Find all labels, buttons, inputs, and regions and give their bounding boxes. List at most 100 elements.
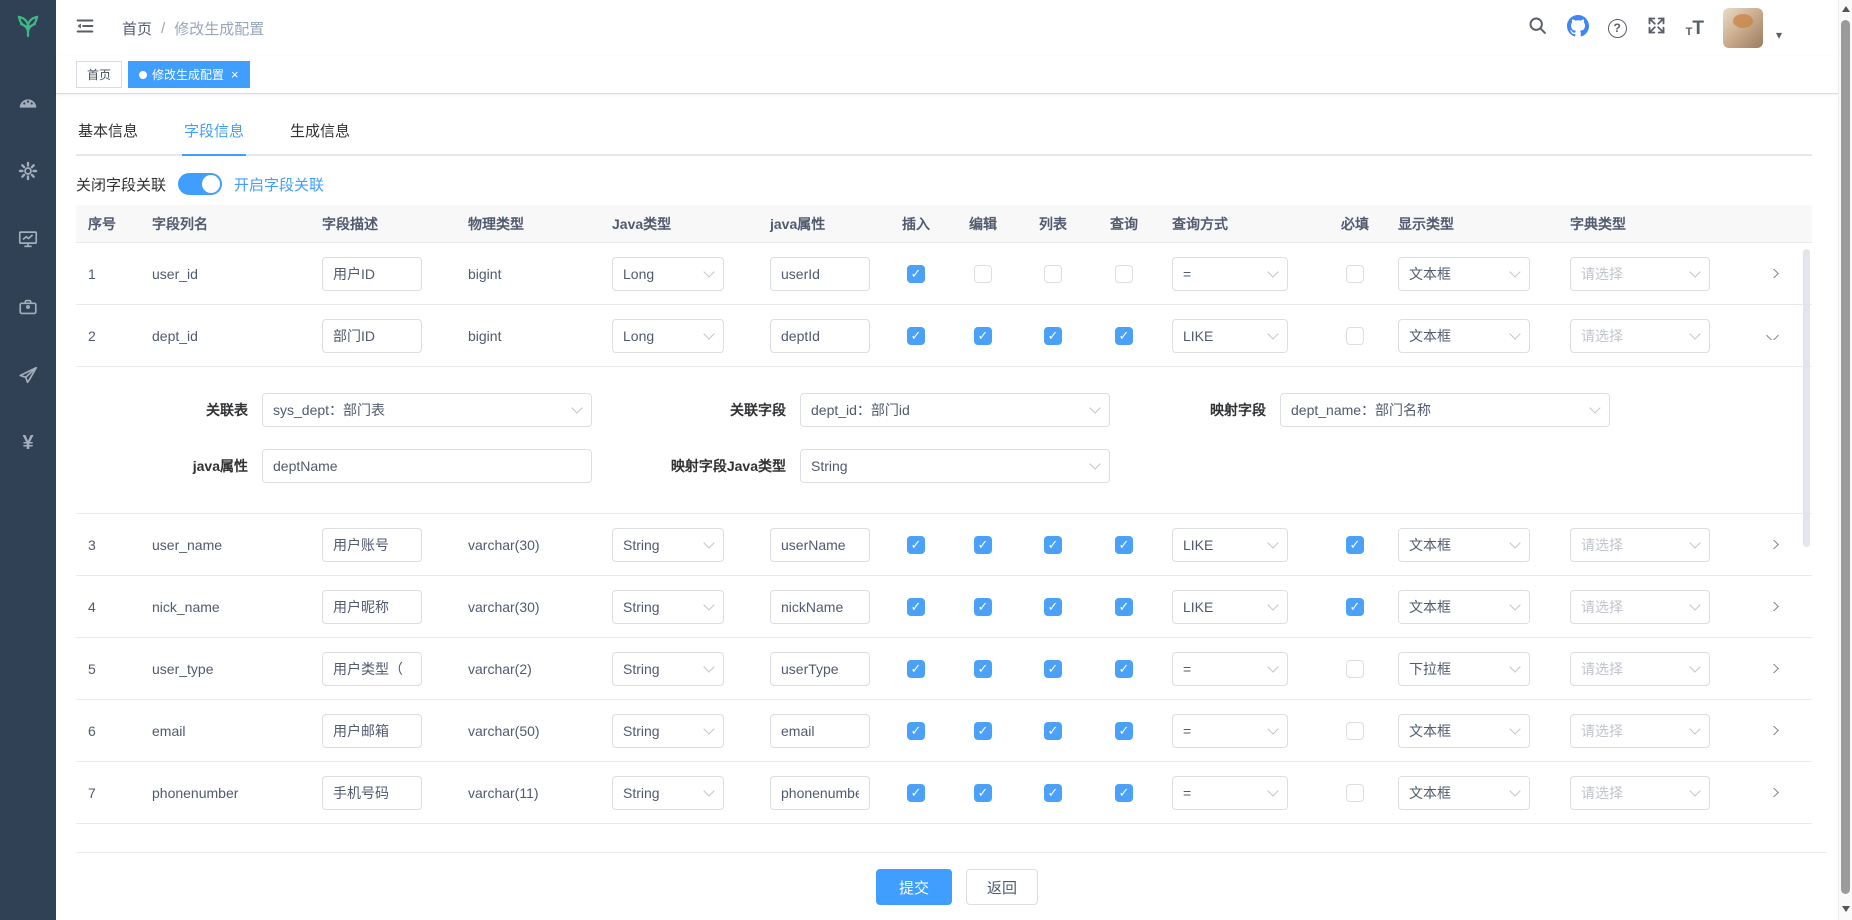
table-scrollbar-thumb[interactable] (1803, 249, 1810, 547)
tab-gen-info[interactable]: 生成信息 (288, 110, 352, 156)
required-checkbox[interactable] (1346, 784, 1364, 802)
back-button[interactable]: 返回 (966, 869, 1038, 905)
assoc-table-select[interactable]: sys_dept：部门表 (262, 393, 592, 427)
assoc-field-select[interactable]: dept_id：部门id (800, 393, 1110, 427)
query-checkbox[interactable] (1115, 265, 1133, 283)
tag-active-page[interactable]: 修改生成配置 × (128, 61, 250, 88)
column-desc-input[interactable] (322, 528, 422, 562)
java-type-select[interactable]: String (612, 590, 724, 624)
edit-checkbox[interactable]: ✓ (974, 660, 992, 678)
dict-type-select[interactable]: 请选择 (1570, 319, 1710, 353)
query-checkbox[interactable]: ✓ (1115, 598, 1133, 616)
github-icon[interactable] (1567, 15, 1589, 42)
list-checkbox[interactable]: ✓ (1044, 660, 1062, 678)
dict-type-select[interactable]: 请选择 (1570, 652, 1710, 686)
java-type-select[interactable]: Long (612, 257, 724, 291)
sidebar-item-system[interactable] (17, 160, 39, 182)
display-type-select[interactable]: 文本框 (1398, 590, 1530, 624)
java-attr-input[interactable] (770, 590, 870, 624)
required-checkbox[interactable] (1346, 660, 1364, 678)
map-java-type-select[interactable]: String (800, 449, 1110, 483)
insert-checkbox[interactable]: ✓ (907, 327, 925, 345)
submit-button[interactable]: 提交 (876, 869, 952, 905)
column-desc-input[interactable] (322, 590, 422, 624)
sidebar-item-monitor[interactable] (17, 228, 39, 250)
sidebar-toggle-icon[interactable] (74, 15, 96, 42)
insert-checkbox[interactable]: ✓ (907, 784, 925, 802)
user-avatar[interactable] (1723, 8, 1763, 48)
column-desc-input[interactable] (322, 714, 422, 748)
java-type-select[interactable]: String (612, 714, 724, 748)
list-checkbox[interactable]: ✓ (1044, 598, 1062, 616)
expand-row-icon[interactable] (1766, 540, 1779, 549)
java-attr-input[interactable] (770, 528, 870, 562)
required-checkbox[interactable]: ✓ (1346, 598, 1364, 616)
tab-field-info[interactable]: 字段信息 (182, 110, 246, 156)
display-type-select[interactable]: 文本框 (1398, 776, 1530, 810)
tag-close-icon[interactable]: × (231, 67, 239, 82)
required-checkbox[interactable] (1346, 265, 1364, 283)
sidebar-item-publish[interactable] (17, 364, 39, 386)
font-size-icon[interactable]: TT (1686, 19, 1704, 38)
insert-checkbox[interactable]: ✓ (907, 722, 925, 740)
tab-basic-info[interactable]: 基本信息 (76, 110, 140, 156)
column-desc-input[interactable] (322, 319, 422, 353)
display-type-select[interactable]: 文本框 (1398, 714, 1530, 748)
scroll-up-arrow-icon[interactable] (1842, 6, 1850, 12)
query-type-select[interactable]: = (1172, 714, 1288, 748)
display-type-select[interactable]: 文本框 (1398, 257, 1530, 291)
query-type-select[interactable]: LIKE (1172, 590, 1288, 624)
query-checkbox[interactable]: ✓ (1115, 660, 1133, 678)
display-type-select[interactable]: 文本框 (1398, 528, 1530, 562)
dict-type-select[interactable]: 请选择 (1570, 714, 1710, 748)
java-type-select[interactable]: String (612, 776, 724, 810)
scroll-down-arrow-icon[interactable] (1842, 906, 1850, 912)
required-checkbox[interactable] (1346, 327, 1364, 345)
dict-type-select[interactable]: 请选择 (1570, 590, 1710, 624)
query-checkbox[interactable]: ✓ (1115, 784, 1133, 802)
java-attr-input[interactable] (770, 714, 870, 748)
assoc-java-attr-input[interactable] (262, 449, 592, 483)
dict-type-select[interactable]: 请选择 (1570, 776, 1710, 810)
expand-row-icon[interactable] (1766, 602, 1779, 611)
browser-scrollbar[interactable] (1838, 0, 1852, 920)
list-checkbox[interactable]: ✓ (1044, 784, 1062, 802)
query-checkbox[interactable]: ✓ (1115, 327, 1133, 345)
list-checkbox[interactable]: ✓ (1044, 722, 1062, 740)
breadcrumb-home[interactable]: 首页 (122, 18, 152, 39)
column-desc-input[interactable] (322, 776, 422, 810)
required-checkbox[interactable]: ✓ (1346, 536, 1364, 554)
edit-checkbox[interactable] (974, 265, 992, 283)
edit-checkbox[interactable]: ✓ (974, 327, 992, 345)
edit-checkbox[interactable]: ✓ (974, 598, 992, 616)
edit-checkbox[interactable]: ✓ (974, 784, 992, 802)
query-type-select[interactable]: = (1172, 652, 1288, 686)
sidebar-item-dashboard[interactable] (17, 92, 39, 114)
java-type-select[interactable]: String (612, 652, 724, 686)
java-type-select[interactable]: String (612, 528, 724, 562)
help-icon[interactable]: ? (1608, 19, 1627, 38)
dict-type-select[interactable]: 请选择 (1570, 528, 1710, 562)
collapse-row-icon[interactable] (1766, 331, 1779, 340)
expand-row-icon[interactable] (1766, 269, 1779, 278)
expand-row-icon[interactable] (1766, 664, 1779, 673)
java-type-select[interactable]: Long (612, 319, 724, 353)
expand-row-icon[interactable] (1766, 788, 1779, 797)
browser-scrollbar-thumb[interactable] (1841, 20, 1850, 894)
column-desc-input[interactable] (322, 652, 422, 686)
list-checkbox[interactable] (1044, 265, 1062, 283)
list-checkbox[interactable]: ✓ (1044, 536, 1062, 554)
insert-checkbox[interactable]: ✓ (907, 265, 925, 283)
java-attr-input[interactable] (770, 776, 870, 810)
display-type-select[interactable]: 下拉框 (1398, 652, 1530, 686)
java-attr-input[interactable] (770, 257, 870, 291)
java-attr-input[interactable] (770, 652, 870, 686)
java-attr-input[interactable] (770, 319, 870, 353)
sidebar-item-finance[interactable]: ¥ (17, 432, 39, 454)
fullscreen-icon[interactable] (1646, 15, 1667, 41)
user-menu-caret-icon[interactable]: ▾ (1776, 28, 1782, 42)
query-type-select[interactable]: LIKE (1172, 319, 1288, 353)
expand-row-icon[interactable] (1766, 726, 1779, 735)
query-type-select[interactable]: LIKE (1172, 528, 1288, 562)
list-checkbox[interactable]: ✓ (1044, 327, 1062, 345)
